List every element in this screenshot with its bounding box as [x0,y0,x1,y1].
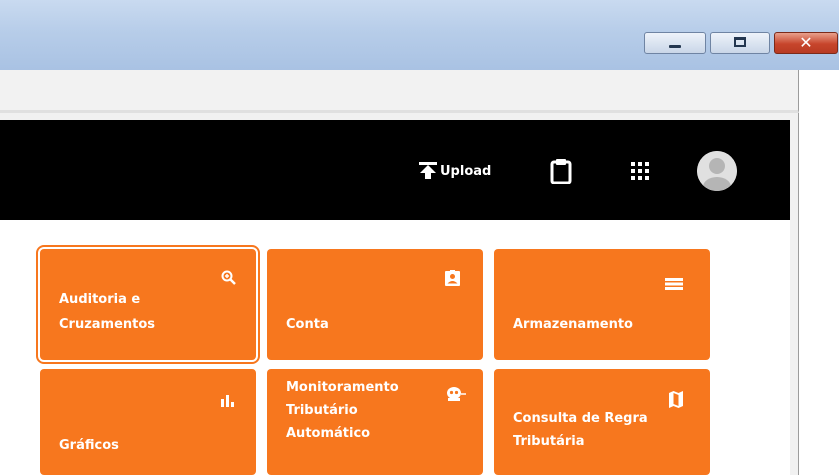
map-icon [669,391,683,408]
maximize-icon [734,37,746,47]
close-button[interactable]: ✕ [774,32,838,54]
app-header [0,120,790,220]
close-icon: ✕ [799,33,813,52]
clipboard-icon [550,159,572,185]
browser-toolbar [0,70,799,113]
tile-auditoria[interactable]: Auditoria e Cruzamentos [36,245,260,364]
tile-conta[interactable]: Conta [267,249,483,360]
tile-consulta-label-line1: Consulta de Regra [513,411,648,426]
user-avatar-icon [697,151,737,191]
tile-graficos[interactable]: Gráficos [40,369,256,475]
bar-chart-icon [221,395,234,407]
avatar[interactable] [697,151,737,191]
tile-armazenamento[interactable]: Armazenamento [494,249,710,360]
upload-button[interactable]: Upload [418,160,491,182]
zoom-in-icon [221,270,236,285]
tile-armazenamento-label: Armazenamento [513,317,633,332]
account-box-icon [445,270,460,286]
robot-icon [447,387,466,401]
tile-monitoramento-label-line2: Tributário [286,403,358,418]
clipboard-button[interactable] [550,158,572,188]
tile-auditoria-label-line1: Auditoria e [59,292,141,307]
storage-icon [665,278,683,290]
tile-monitoramento-label-line3: Automático [286,426,371,441]
tile-monitoramento[interactable]: Monitoramento Tributário Automático [267,369,483,475]
minimize-button[interactable] [644,32,706,54]
tile-consulta-regra[interactable]: Consulta de Regra Tributária [494,369,710,475]
apps-grid-button[interactable] [631,162,649,184]
tile-conta-label: Conta [286,317,329,332]
window-titlebar: ✕ [0,0,839,70]
minimize-icon [669,45,681,48]
tile-consulta-label-line2: Tributária [513,434,585,449]
apps-grid-icon [631,162,649,180]
maximize-button[interactable] [710,32,770,54]
upload-label: Upload [440,163,492,179]
tile-graficos-label: Gráficos [59,438,119,453]
tile-monitoramento-label-line1: Monitoramento [286,380,399,395]
upload-icon [419,162,437,179]
tile-auditoria-label-line2: Cruzamentos [59,317,156,332]
